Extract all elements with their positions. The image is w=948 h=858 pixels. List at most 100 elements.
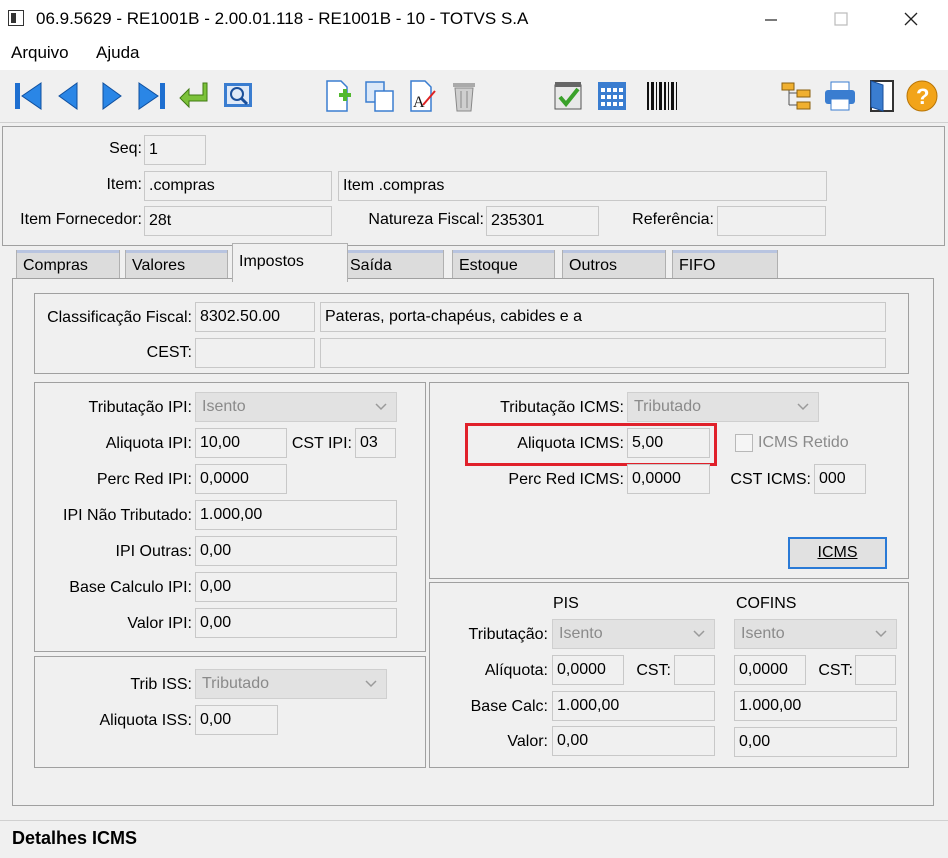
ipi-outras-field[interactable]: 0,00 [195, 536, 397, 566]
chevron-down-icon [375, 403, 387, 411]
base-calculo-ipi-label: Base Calculo IPI: [69, 579, 192, 596]
print-button[interactable] [822, 78, 858, 114]
app-icon [8, 10, 24, 26]
maximize-icon [834, 12, 848, 26]
aliquota-ipi-label: Aliquota IPI: [105, 435, 192, 452]
new-document-icon [326, 80, 351, 112]
next-record-icon [102, 82, 122, 110]
copy-button[interactable] [362, 78, 398, 114]
item-description-field[interactable]: Item .compras [338, 171, 827, 201]
item-fornecedor-field[interactable]: 28t [144, 206, 332, 236]
last-record-button[interactable] [134, 78, 170, 114]
tributacao-ipi-select[interactable]: Isento [195, 392, 397, 422]
icms-button[interactable]: ICMS [788, 537, 887, 569]
cest-label: CEST: [146, 344, 192, 361]
edit-document-button[interactable]: A [404, 78, 440, 114]
classificacao-fiscal-description-field[interactable]: Pateras, porta-chapéus, cabides e a [320, 302, 886, 332]
minimize-button[interactable] [748, 0, 794, 38]
help-button[interactable]: ? [904, 78, 940, 114]
exit-door-icon [870, 80, 894, 112]
trib-iss-select[interactable]: Tributado [195, 669, 387, 699]
cofins-aliquota-field[interactable]: 0,0000 [734, 655, 806, 685]
delete-button[interactable] [446, 78, 482, 114]
cst-ipi-label: CST IPI: [291, 435, 352, 452]
maximize-button[interactable] [818, 0, 864, 38]
go-to-button[interactable] [176, 78, 212, 114]
tab-saida[interactable]: Saída [343, 250, 444, 278]
hierarchy-button[interactable] [778, 78, 814, 114]
cofins-base-field[interactable]: 1.000,00 [734, 691, 897, 721]
close-icon [904, 12, 918, 26]
tab-estoque[interactable]: Estoque [452, 250, 555, 278]
base-calculo-ipi-field[interactable]: 0,00 [195, 572, 397, 602]
new-document-button[interactable] [320, 78, 356, 114]
calendar-icon [598, 82, 626, 110]
tab-valores[interactable]: Valores [125, 250, 228, 278]
valor-ipi-label: Valor IPI: [127, 615, 192, 632]
tab-label: FIFO [679, 257, 716, 274]
tab-label: Estoque [459, 257, 518, 274]
previous-record-button[interactable] [50, 78, 86, 114]
pis-aliquota-field[interactable]: 0,0000 [552, 655, 624, 685]
valor-ipi-field[interactable]: 0,00 [195, 608, 397, 638]
cest-description-field[interactable] [320, 338, 886, 368]
ipi-nao-tributado-field[interactable]: 1.000,00 [195, 500, 397, 530]
menu-ajuda[interactable]: Ajuda [96, 43, 139, 63]
cofins-valor-field[interactable]: 0,00 [734, 727, 897, 757]
calendar-button[interactable] [594, 78, 630, 114]
tab-label: Outros [569, 257, 618, 274]
chevron-down-icon [365, 680, 377, 688]
pis-cst-label: CST: [636, 662, 671, 679]
perc-red-ipi-field[interactable]: 0,0000 [195, 464, 287, 494]
pis-tributacao-select[interactable]: Isento [552, 619, 715, 649]
perc-red-icms-field[interactable]: 0,0000 [627, 464, 710, 494]
tab-compras[interactable]: Compras [16, 250, 120, 278]
classificacao-fiscal-code-field[interactable]: 8302.50.00 [195, 302, 315, 332]
classificacao-fiscal-label: Classificação Fiscal: [47, 309, 192, 326]
aliquota-iss-field[interactable]: 0,00 [195, 705, 278, 735]
status-text: Detalhes ICMS [12, 828, 138, 848]
status-bar [0, 820, 948, 858]
tab-fifo[interactable]: FIFO [672, 250, 778, 278]
search-button[interactable] [220, 78, 256, 114]
first-record-button[interactable] [10, 78, 46, 114]
referencia-field[interactable] [717, 206, 826, 236]
item-code-field[interactable]: .compras [144, 171, 332, 201]
checklist-button[interactable] [550, 78, 586, 114]
natureza-fiscal-field[interactable]: 235301 [486, 206, 599, 236]
chevron-down-icon [875, 630, 887, 638]
icms-retido-checkbox[interactable] [735, 434, 753, 452]
aliquota-ipi-field[interactable]: 10,00 [195, 428, 287, 458]
pis-base-field[interactable]: 1.000,00 [552, 691, 715, 721]
search-icon [224, 83, 252, 107]
cst-ipi-field[interactable]: 03 [355, 428, 396, 458]
pis-tributacao-value: Isento [559, 625, 603, 642]
window-title: 06.9.5629 - RE1001B - 2.00.01.118 - RE10… [36, 9, 529, 28]
cest-code-field[interactable] [195, 338, 315, 368]
hierarchy-icon [781, 82, 811, 110]
print-icon [825, 81, 855, 111]
tab-outros[interactable]: Outros [562, 250, 666, 278]
svg-text:?: ? [916, 84, 929, 109]
next-record-button[interactable] [94, 78, 130, 114]
menu-arquivo[interactable]: Arquivo [11, 43, 69, 63]
cofins-cst-field[interactable] [855, 655, 896, 685]
tributacao-icms-select[interactable]: Tributado [627, 392, 819, 422]
aliquota-icms-field[interactable]: 5,00 [627, 428, 710, 458]
chevron-down-icon [797, 403, 809, 411]
first-record-icon [15, 82, 42, 110]
tributacao-ipi-label: Tributação IPI: [88, 399, 192, 416]
cst-icms-label: CST ICMS: [730, 471, 811, 488]
barcode-button[interactable] [644, 78, 680, 114]
exit-button[interactable] [864, 78, 900, 114]
cofins-tributacao-select[interactable]: Isento [734, 619, 897, 649]
menu-bar [0, 38, 948, 70]
pis-cst-field[interactable] [674, 655, 715, 685]
trib-iss-label: Trib ISS: [130, 676, 192, 693]
seq-field[interactable]: 1 [144, 135, 206, 165]
natureza-fiscal-label: Natureza Fiscal: [368, 211, 484, 228]
tab-impostos[interactable]: Impostos [232, 243, 348, 282]
cst-icms-field[interactable]: 000 [814, 464, 866, 494]
close-button[interactable] [888, 0, 934, 38]
pis-valor-field[interactable]: 0,00 [552, 726, 715, 756]
